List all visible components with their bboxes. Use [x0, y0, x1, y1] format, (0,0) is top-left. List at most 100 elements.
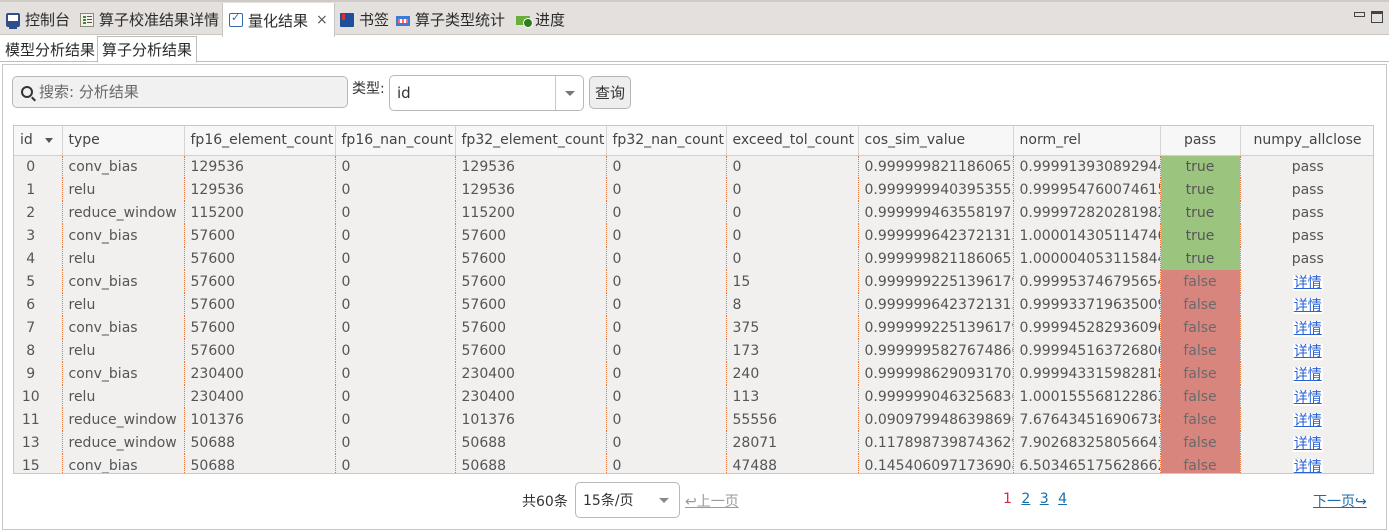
cell-exceed-tol-count: 0 [726, 201, 859, 224]
column-header-cos-sim-value[interactable]: cos_sim_value [858, 126, 1014, 156]
column-header-fp32-element-count[interactable]: fp32_element_count [455, 126, 607, 156]
table-row[interactable]: 4 relu 57600 0 57600 0 0 0.9999998211860657 1.00… [14, 247, 1373, 270]
details-link[interactable]: 详情 [1292, 458, 1323, 473]
cell-id: 0 [14, 155, 63, 178]
cell-id: 8 [14, 339, 63, 362]
tab-bookmarks[interactable]: 书签 [340, 4, 389, 35]
column-header-numpy-allclose[interactable]: numpy_allclose [1240, 126, 1373, 156]
tab-console[interactable]: 控制台 [6, 4, 70, 35]
close-icon[interactable]: × [316, 12, 328, 28]
cell-norm-rel: 0.9999433159828186 [1013, 362, 1161, 385]
table-row[interactable]: 6 relu 57600 0 57600 0 8 0.9999996423721313 0.99… [14, 293, 1373, 316]
cell-fp16-element-count: 129536 [184, 155, 336, 178]
table-header: id type fp16_element_count fp16_nan_coun… [14, 126, 1373, 156]
details-link[interactable]: 详情 [1292, 412, 1323, 429]
column-header-fp16-element-count[interactable]: fp16_element_count [184, 126, 336, 156]
page-size-select[interactable]: 15条/页 [575, 482, 680, 518]
cell-type: conv_bias [62, 224, 185, 247]
cell-id: 9 [14, 362, 63, 385]
column-header-pass[interactable]: pass [1160, 126, 1241, 156]
column-header-norm-rel[interactable]: norm_rel [1013, 126, 1161, 156]
cell-fp32-element-count: 115200 [455, 201, 607, 224]
cell-type: relu [62, 385, 185, 408]
cell-pass: false [1160, 339, 1241, 362]
cell-fp16-nan-count: 0 [335, 362, 456, 385]
table-row[interactable]: 7 conv_bias 57600 0 57600 0 375 0.9999992251396… [14, 316, 1373, 339]
tab-quantization-result[interactable]: 量化结果 × [222, 3, 335, 37]
table-row[interactable]: 10 relu 230400 0 230400 0 113 0.999999046325683… [14, 385, 1373, 408]
tab-progress[interactable]: 进度 [516, 4, 565, 35]
dropdown-button[interactable] [555, 76, 583, 110]
table-row[interactable]: 15 conv_bias 50688 0 50688 0 47488 0.1454060971… [14, 454, 1373, 473]
maximize-icon[interactable] [1371, 11, 1383, 23]
column-header-fp16-nan-count[interactable]: fp16_nan_count [335, 126, 456, 156]
details-link[interactable]: 详情 [1292, 435, 1323, 452]
table-row[interactable]: 1 relu 129536 0 129536 0 0 0.9999999403953552 0.… [14, 178, 1373, 201]
cell-exceed-tol-count: 0 [726, 247, 859, 270]
details-link[interactable]: 详情 [1292, 389, 1323, 406]
details-link[interactable]: 详情 [1292, 320, 1323, 337]
subtab-model-analysis[interactable]: 模型分析结果 [1, 37, 99, 62]
cell-pass: false [1160, 270, 1241, 293]
cell-type: relu [62, 178, 185, 201]
column-header-type[interactable]: type [62, 126, 185, 156]
next-page-link[interactable]: 下一页↪ [1313, 491, 1367, 511]
cell-cos-sim-value: 0.09097994863986969 [858, 408, 1014, 431]
cell-type: conv_bias [62, 316, 185, 339]
cell-type: conv_bias [62, 155, 185, 178]
cell-cos-sim-value: 0.9999998211860657 [858, 247, 1014, 270]
cell-fp32-element-count: 57600 [455, 247, 607, 270]
minimize-icon[interactable] [1354, 12, 1365, 17]
table-row[interactable]: 11 reduce_window 101376 0 101376 0 55556 0.0909… [14, 408, 1373, 431]
cell-exceed-tol-count: 47488 [726, 454, 859, 473]
cell-fp16-nan-count: 0 [335, 431, 456, 454]
page-4[interactable]: 4 [1058, 491, 1067, 507]
table-row[interactable]: 8 relu 57600 0 57600 0 173 0.9999995827674866 0.… [14, 339, 1373, 362]
page-2[interactable]: 2 [1021, 491, 1030, 507]
column-header-exceed-tol-count[interactable]: exceed_tol_count [726, 126, 859, 156]
details-link[interactable]: 详情 [1292, 297, 1323, 314]
details-link[interactable]: 详情 [1292, 274, 1323, 291]
cell-pass: false [1160, 385, 1241, 408]
cell-fp32-element-count: 57600 [455, 224, 607, 247]
cell-fp32-element-count: 57600 [455, 316, 607, 339]
cell-fp16-nan-count: 0 [335, 270, 456, 293]
tab-operator-calibration-details[interactable]: 算子校准结果详情 [80, 4, 219, 35]
cell-type: reduce_window [62, 201, 185, 224]
cell-fp16-nan-count: 0 [335, 293, 456, 316]
cell-numpy-allclose: pass [1291, 250, 1324, 267]
subtab-operator-analysis[interactable]: 算子分析结果 [97, 36, 198, 63]
cell-id: 6 [14, 293, 63, 316]
prev-page-link[interactable]: ↩上一页 [685, 491, 739, 511]
query-button[interactable]: 查询 [589, 76, 631, 109]
cell-fp16-element-count: 50688 [184, 431, 336, 454]
search-input[interactable] [39, 83, 319, 101]
column-header-fp32-nan-count[interactable]: fp32_nan_count [606, 126, 727, 156]
table-row[interactable]: 3 conv_bias 57600 0 57600 0 0 0.999999642372131… [14, 224, 1373, 247]
cell-fp16-nan-count: 0 [335, 454, 456, 473]
table-row[interactable]: 2 reduce_window 115200 0 115200 0 0 0.999999463… [14, 201, 1373, 224]
page-3[interactable]: 3 [1040, 491, 1049, 507]
cell-exceed-tol-count: 15 [726, 270, 859, 293]
details-link[interactable]: 详情 [1292, 343, 1323, 360]
tab-label: 控制台 [25, 11, 71, 29]
search-box[interactable] [12, 76, 348, 108]
tab-operator-type-stats[interactable]: 算子类型统计 [396, 4, 505, 35]
type-filter-select[interactable]: id [389, 75, 584, 111]
page-1[interactable]: 1 [1003, 491, 1012, 507]
cell-norm-rel: 0.9999728202819824 [1013, 201, 1161, 224]
cell-fp16-element-count: 115200 [184, 201, 336, 224]
column-header-id[interactable]: id [14, 126, 63, 156]
bookmark-icon [340, 12, 354, 27]
cell-pass: true [1160, 247, 1241, 270]
cell-numpy-allclose: pass [1291, 181, 1324, 198]
cell-fp32-element-count: 57600 [455, 270, 607, 293]
cell-pass: true [1160, 178, 1241, 201]
table-row[interactable]: 5 conv_bias 57600 0 57600 0 15 0.99999922513961… [14, 270, 1373, 293]
cell-fp16-element-count: 230400 [184, 362, 336, 385]
details-link[interactable]: 详情 [1292, 366, 1323, 383]
table-row[interactable]: 13 reduce_window 50688 0 50688 0 28071 0.117898… [14, 431, 1373, 454]
table-row[interactable]: 0 conv_bias 129536 0 129536 0 0 0.9999998211860… [14, 155, 1373, 178]
cell-exceed-tol-count: 0 [726, 155, 859, 178]
table-row[interactable]: 9 conv_bias 230400 0 230400 0 240 0.99999862909… [14, 362, 1373, 385]
